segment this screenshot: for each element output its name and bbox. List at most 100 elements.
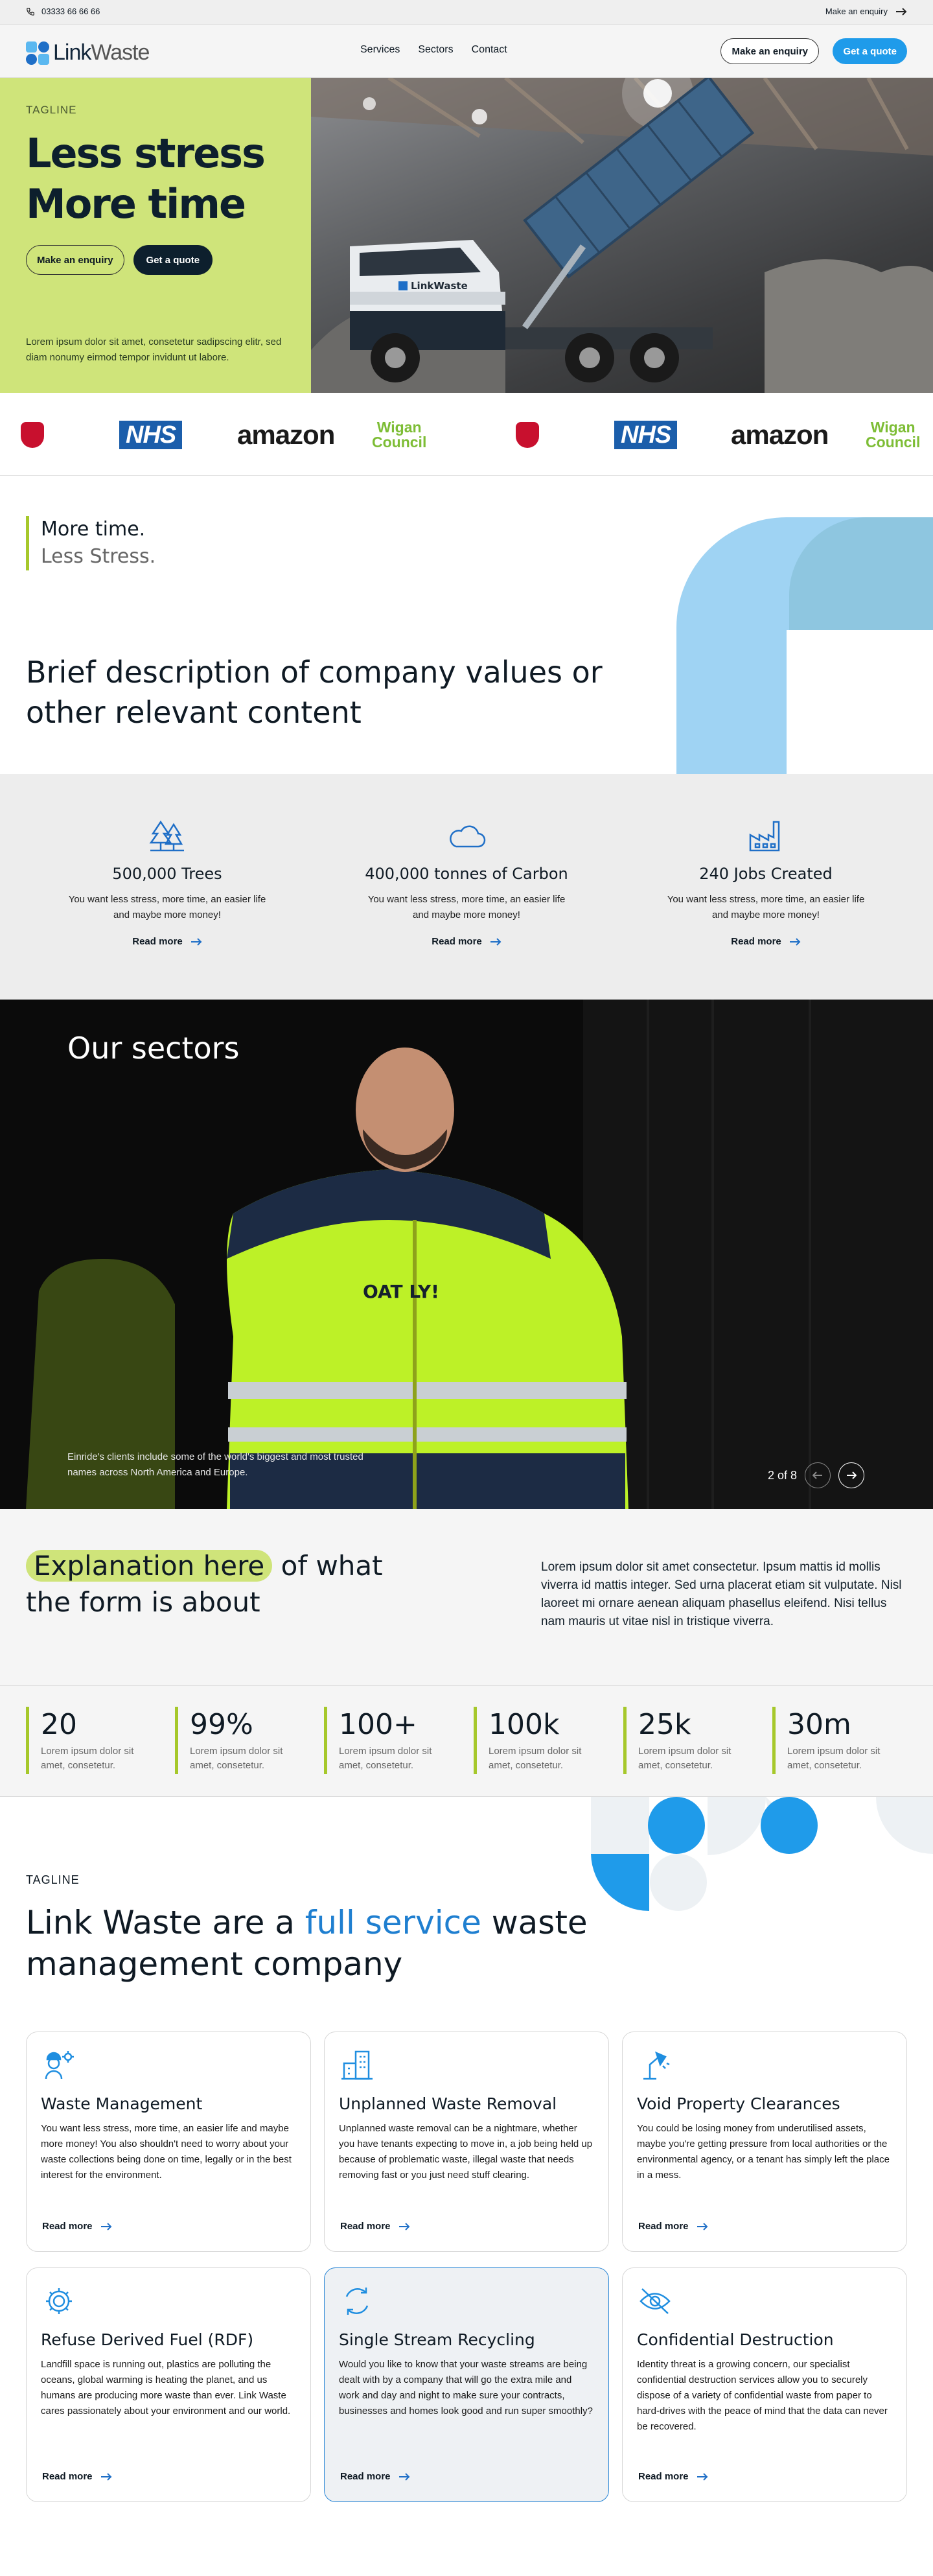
read-more-link[interactable]: Read more [432, 936, 501, 947]
amazon-logo-text: amazon [237, 419, 335, 450]
stat-item: 25k Lorem ipsum dolor sit amet, consetetu… [623, 1707, 753, 1774]
service-text: Unplanned waste removal can be a nightma… [339, 2123, 593, 2181]
arrow-right-icon [847, 1471, 857, 1479]
logo-link-text: Link [53, 40, 91, 65]
hero-panel: TAGLINE Less stress More time Make an en… [0, 78, 311, 393]
arrow-right-icon [789, 937, 801, 946]
services-heading-highlight: full service [305, 1904, 481, 1941]
services-tagline: TAGLINE [26, 1873, 80, 1886]
hero-enquiry-button[interactable]: Make an enquiry [26, 245, 124, 275]
nav-services[interactable]: Services [360, 44, 400, 56]
lamp-icon [643, 2051, 670, 2080]
header-enquiry-button[interactable]: Make an enquiry [720, 38, 819, 64]
service-title: Confidential Destruction [637, 2330, 834, 2349]
wigan-line2-2: Council [866, 434, 921, 451]
read-more-label: Read more [132, 936, 183, 947]
factory-icon [749, 821, 780, 852]
stat-item: 100+ Lorem ipsum dolor sit amet, consetet… [324, 1707, 454, 1774]
service-card-void-property[interactable]: Void Property Clearances You could be lo… [622, 2032, 907, 2252]
services-heading: Link Waste are a full service waste mana… [26, 1902, 609, 1985]
hero-title-line2: More time [26, 180, 246, 228]
services-section: TAGLINE Link Waste are a full service wa… [0, 1797, 933, 2576]
hero-description: Lorem ipsum dolor sit amet, consetetur s… [26, 336, 282, 363]
arrow-right-icon [398, 2222, 409, 2231]
impact-text: You want less stress, more time, an easi… [667, 894, 865, 920]
stat-label: Lorem ipsum dolor sit amet, consetetur. [489, 1746, 582, 1771]
impact-item: 240 Jobs Created You want less stress, m… [662, 818, 870, 948]
next-slide-button[interactable] [838, 1462, 864, 1488]
eye-slash-icon [639, 2288, 671, 2314]
impact-item: 500,000 Trees You want less stress, more… [63, 818, 271, 948]
service-card-confidential[interactable]: Confidential Destruction Identity threat… [622, 2267, 907, 2502]
arrow-right-icon [100, 2222, 111, 2231]
read-more-label: Read more [731, 936, 781, 947]
amazon-logo-2: amazon [731, 419, 829, 451]
arrow-right-icon [190, 937, 202, 946]
service-card-waste-management[interactable]: Waste Management You want less stress, m… [26, 2032, 311, 2252]
service-card-recycling[interactable]: Single Stream Recycling Would you like t… [324, 2267, 609, 2502]
nhs-logo: NHS [119, 419, 183, 451]
read-more-label: Read more [340, 2221, 391, 2232]
main-nav: Services Sectors Contact [360, 44, 507, 56]
top-bar: 03333 66 66 66 Make an enquiry [0, 0, 933, 25]
stat-value: 100k [489, 1708, 560, 1741]
trees-icon [149, 820, 184, 852]
sectors-worker-image: OAT LY! [0, 1000, 933, 1509]
stat-label: Lorem ipsum dolor sit amet, consetetur. [41, 1746, 134, 1771]
arrow-left-icon [812, 1471, 822, 1479]
values-heading: Brief description of company values or o… [26, 655, 603, 730]
impact-text: You want less stress, more time, an easi… [367, 894, 566, 920]
hero-truck-image: LinkWaste [311, 78, 933, 393]
nhs-logo-text-2: NHS [614, 421, 678, 449]
impact-title: 400,000 tonnes of Carbon [365, 865, 568, 883]
hero-quote-button[interactable]: Get a quote [133, 245, 213, 275]
service-card-rdf[interactable]: Refuse Derived Fuel (RDF) Landfill space… [26, 2267, 311, 2502]
read-more-link[interactable]: Read more [42, 2471, 112, 2482]
hero-tagline: TAGLINE [26, 104, 77, 116]
prev-slide-button[interactable] [805, 1462, 831, 1488]
amazon-logo: amazon [237, 419, 335, 451]
service-card-unplanned-removal[interactable]: Unplanned Waste Removal Unplanned waste … [324, 2032, 609, 2252]
nav-contact[interactable]: Contact [472, 44, 507, 56]
header-quote-button[interactable]: Get a quote [833, 38, 907, 64]
sectors-pager: 2 of 8 [768, 1462, 864, 1488]
truck-brand-text: LinkWaste [411, 280, 468, 292]
top-enquiry-link[interactable]: Make an enquiry [825, 6, 907, 16]
read-more-link[interactable]: Read more [340, 2221, 410, 2232]
service-title: Unplanned Waste Removal [339, 2094, 557, 2113]
nav-sectors[interactable]: Sectors [418, 44, 453, 56]
wigan-line1: Wigan [376, 419, 422, 436]
read-more-link[interactable]: Read more [638, 2221, 708, 2232]
read-more-link[interactable]: Read more [132, 936, 202, 947]
arrow-right-icon [100, 2472, 111, 2481]
logo[interactable]: LinkWaste [26, 40, 150, 65]
service-title: Refuse Derived Fuel (RDF) [41, 2330, 254, 2349]
read-more-link[interactable]: Read more [638, 2471, 708, 2482]
phone-link[interactable]: 03333 66 66 66 [26, 6, 100, 16]
stat-value: 99% [190, 1708, 253, 1741]
read-more-label: Read more [42, 2221, 93, 2232]
read-more-label: Read more [638, 2221, 689, 2232]
arrow-right-icon [490, 937, 501, 946]
phone-icon [27, 7, 34, 16]
pager-count: 2 of 8 [767, 1468, 797, 1482]
key-stats: 20 Lorem ipsum dolor sit amet, consetetur… [0, 1685, 933, 1797]
impact-item: 400,000 tonnes of Carbon You want less s… [363, 818, 570, 948]
decorative-circles [591, 1797, 933, 1911]
values-section: More time. Less Stress. Brief descriptio… [0, 476, 933, 774]
read-more-link[interactable]: Read more [340, 2471, 410, 2482]
sectors-section: OAT LY! Our sectors Einride's clients in… [0, 1000, 933, 1509]
arrow-right-icon [398, 2472, 409, 2481]
client-logos: NHS amazon Wigan Council NHS amazon Wigan… [0, 393, 933, 476]
impact-text: You want less stress, more time, an easi… [68, 894, 266, 920]
service-text: Would you like to know that your waste s… [339, 2359, 593, 2417]
wigan-logo: Wigan Council [372, 419, 426, 451]
sectors-title: Our sectors [67, 1031, 240, 1066]
read-more-link[interactable]: Read more [42, 2221, 112, 2232]
service-text: You could be losing money from underutil… [637, 2123, 890, 2181]
wigan-logo-2: Wigan Council [866, 419, 920, 451]
service-title: Void Property Clearances [637, 2094, 840, 2113]
read-more-link[interactable]: Read more [731, 936, 801, 947]
nhs-logo-text: NHS [119, 421, 183, 449]
wigan-line1-2: Wigan [870, 419, 916, 436]
